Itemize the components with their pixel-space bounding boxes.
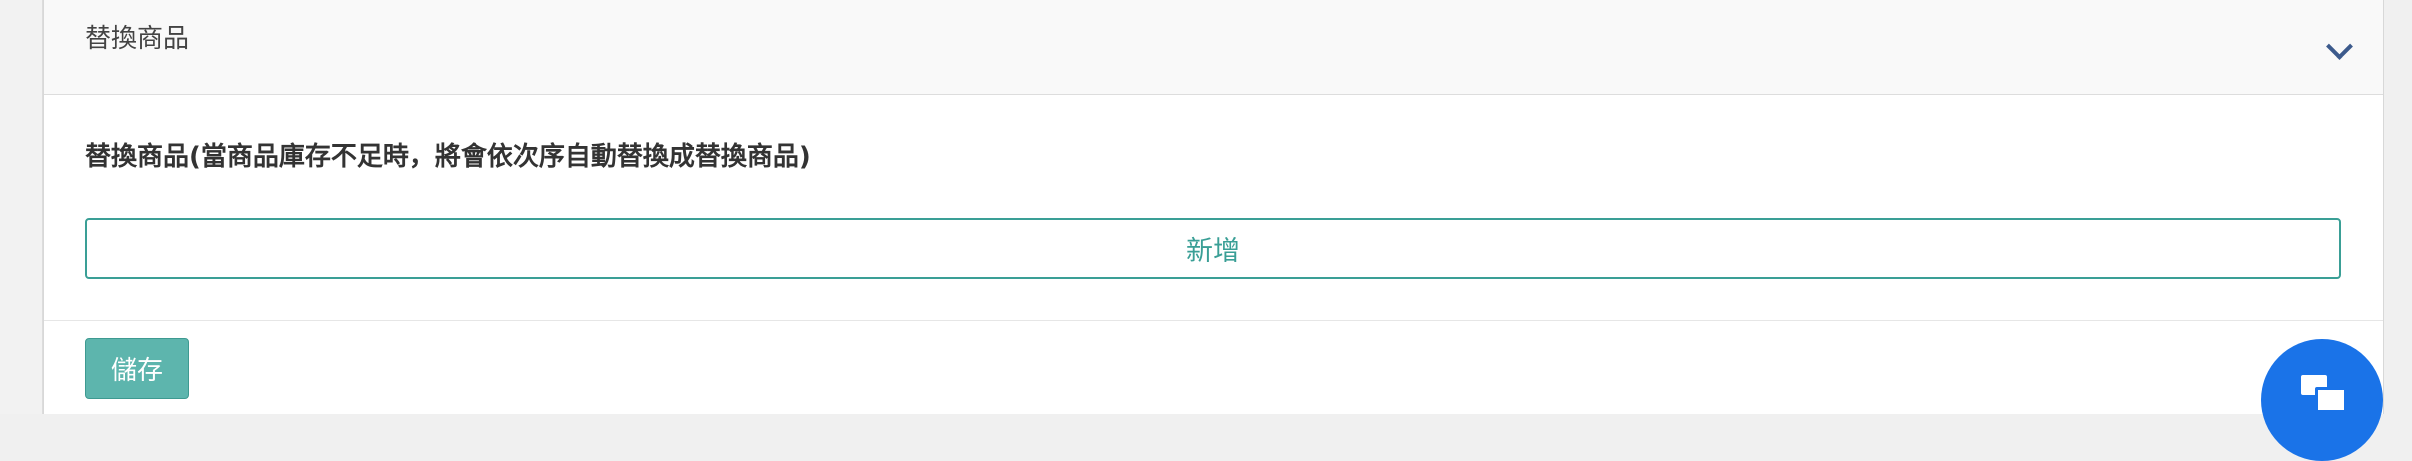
- left-rail: [0, 0, 43, 414]
- panel-title: 替換商品: [85, 24, 190, 54]
- chat-icon: [2301, 375, 2347, 413]
- section-label: 替換商品(當商品庫存不足時，將會依次序自動替換成替換商品): [85, 142, 811, 172]
- chevron-down-icon: [2325, 32, 2353, 60]
- footer-divider: [44, 320, 2383, 321]
- chat-bubble-front: [2315, 387, 2347, 413]
- chat-button[interactable]: [2261, 339, 2383, 461]
- add-button[interactable]: 新增: [85, 218, 2341, 279]
- save-button[interactable]: 儲存: [85, 338, 189, 399]
- panel-header[interactable]: 替換商品: [44, 0, 2383, 95]
- replacement-products-panel: 替換商品 替換商品(當商品庫存不足時，將會依次序自動替換成替換商品) 新增 儲存: [43, 0, 2384, 414]
- collapse-toggle[interactable]: [2319, 30, 2359, 70]
